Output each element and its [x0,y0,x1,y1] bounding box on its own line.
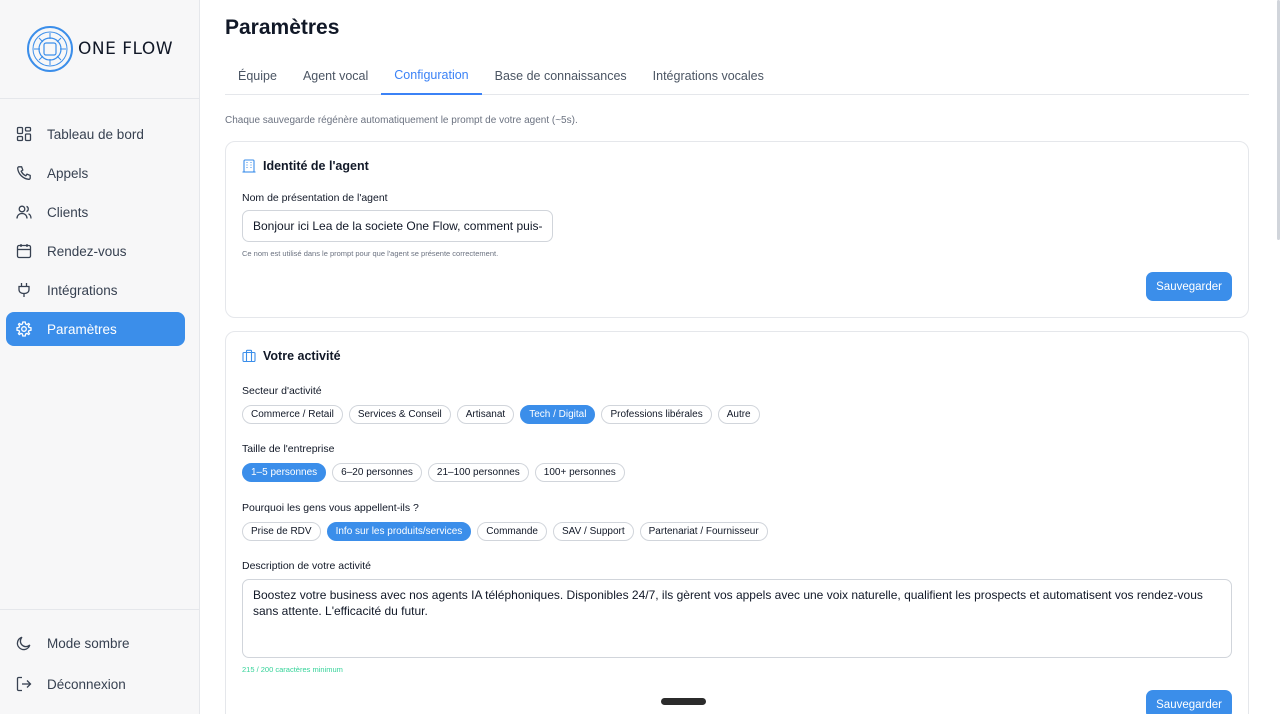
dashboard-icon [16,126,32,142]
agent-name-label: Nom de présentation de l'agent [242,192,388,204]
chip-size-100-plus[interactable]: 100+ personnes [534,463,625,482]
chip-sector-commerce[interactable]: Commerce / Retail [242,405,343,424]
briefcase-icon [242,349,256,363]
settings-tabs: Équipe Agent vocal Configuration Base de… [225,59,1249,95]
card-title-text: Identité de l'agent [263,159,369,173]
chip-sector-other[interactable]: Autre [717,405,760,424]
save-identity-button[interactable]: Sauvegarder [1146,272,1232,301]
chip-size-6-20[interactable]: 6–20 personnes [332,463,422,482]
company-size-label: Taille de l'entreprise [242,443,335,455]
sidebar-item-label: Mode sombre [47,635,130,651]
sidebar-item-label: Clients [47,204,89,220]
users-icon [16,204,32,220]
sidebar-item-label: Déconnexion [47,676,126,692]
moon-icon [16,635,32,651]
company-size-chips: 1–5 personnes 6–20 personnes 21–100 pers… [242,463,631,482]
chip-size-21-100[interactable]: 21–100 personnes [427,463,529,482]
tab-knowledge-base[interactable]: Base de connaissances [482,59,640,95]
sidebar-item-label: Tableau de bord [47,126,144,142]
call-reason-chips: Prise de RDV Info sur les produits/servi… [242,522,774,541]
sidebar-item-label: Intégrations [47,282,118,298]
sector-chips: Commerce / Retail Services & Conseil Art… [242,405,766,424]
sidebar-item-dashboard[interactable]: Tableau de bord [6,117,185,151]
sidebar-nav: Tableau de bord Appels Clients Rendez-vo… [0,99,199,346]
chip-reason-order[interactable]: Commande [477,522,547,541]
tab-voice-integrations[interactable]: Intégrations vocales [640,59,777,95]
card-title-text: Votre activité [263,349,341,363]
chip-sector-services[interactable]: Services & Conseil [348,405,451,424]
chip-reason-partnership[interactable]: Partenariat / Fournisseur [639,522,768,541]
chip-reason-support[interactable]: SAV / Support [553,522,634,541]
main-content: Paramètres Équipe Agent vocal Configurat… [200,0,1280,714]
sidebar-item-appointments[interactable]: Rendez-vous [6,234,185,268]
description-textarea[interactable]: Boostez votre business avec nos agents I… [242,579,1232,658]
sidebar-item-label: Appels [47,165,89,181]
sidebar-item-settings[interactable]: Paramètres [6,312,185,346]
page-title: Paramètres [225,16,340,39]
save-activity-button[interactable]: Sauvegarder [1146,690,1232,714]
agent-identity-card: Identité de l'agent Nom de présentation … [225,141,1249,318]
chip-sector-artisanat[interactable]: Artisanat [456,405,515,424]
sidebar-item-integrations[interactable]: Intégrations [6,273,185,307]
tab-team[interactable]: Équipe [225,59,290,95]
bottom-sheet-handle[interactable] [661,698,706,705]
sidebar-item-label: Paramètres [47,321,117,337]
chip-sector-liberal[interactable]: Professions libérales [601,405,712,424]
tab-voice-agent[interactable]: Agent vocal [290,59,381,95]
calendar-icon [16,243,32,259]
sidebar-item-calls[interactable]: Appels [6,156,185,190]
agent-name-hint: Ce nom est utilisé dans le prompt pour q… [242,249,499,258]
sidebar-footer: Mode sombre Déconnexion [0,609,199,714]
chip-reason-appointment[interactable]: Prise de RDV [242,522,321,541]
logout-icon [16,676,32,692]
logout-button[interactable]: Déconnexion [6,667,185,701]
card-title: Identité de l'agent [242,159,369,173]
autosave-info: Chaque sauvegarde régénère automatiqueme… [225,115,578,126]
logo-icon [27,26,73,72]
character-counter: 215 / 200 caractères minimum [242,665,343,674]
activity-card: Votre activité Secteur d'activité Commer… [225,331,1249,714]
chip-size-1-5[interactable]: 1–5 personnes [242,463,327,482]
sidebar-item-label: Rendez-vous [47,243,127,259]
card-title: Votre activité [242,349,341,363]
brand-name: ONE FLOW [78,39,174,59]
dark-mode-toggle[interactable]: Mode sombre [6,626,185,660]
gear-icon [16,321,32,337]
brand-logo[interactable]: ONE FLOW [0,0,199,99]
plug-icon [16,282,32,298]
sidebar: ONE FLOW Tableau de bord Appels Clients … [0,0,200,714]
agent-name-input[interactable] [242,210,553,242]
call-reason-label: Pourquoi les gens vous appellent-ils ? [242,502,419,514]
phone-icon [16,165,32,181]
chip-reason-product-info[interactable]: Info sur les produits/services [326,522,472,541]
sector-label: Secteur d'activité [242,385,322,397]
tab-configuration[interactable]: Configuration [381,59,482,95]
sidebar-item-clients[interactable]: Clients [6,195,185,229]
building-icon [242,159,256,173]
chip-sector-tech[interactable]: Tech / Digital [520,405,596,424]
description-label: Description de votre activité [242,560,371,572]
